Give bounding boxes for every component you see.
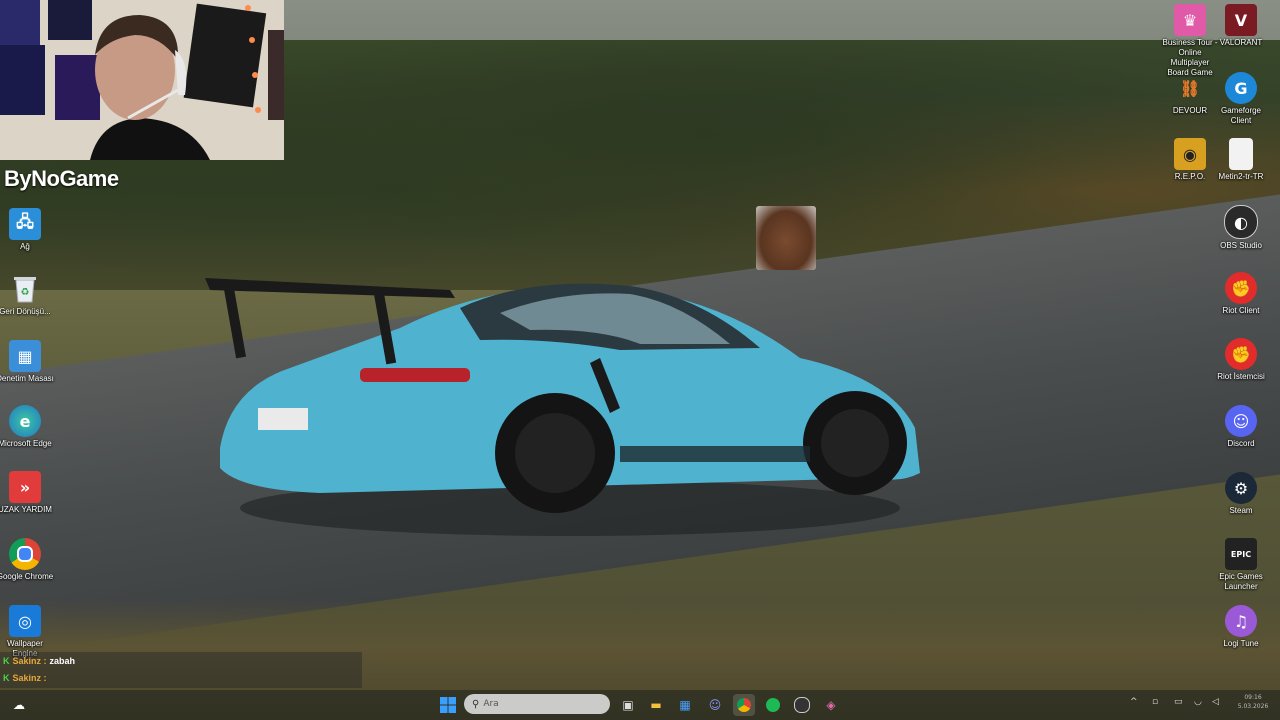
recycle-bin-icon: ♻ — [9, 273, 41, 305]
taskbar — [0, 690, 1280, 720]
gameforge-icon: G — [1225, 72, 1257, 104]
desktop-icon-label: Discord — [1227, 439, 1255, 448]
desktop-icon-label: Metin2-tr-TR — [1218, 172, 1264, 181]
devour-icon: ⛓ — [1179, 78, 1201, 98]
desktop-icon-label: Riot İstemcisi — [1217, 372, 1265, 381]
desktop-icon-remote-help[interactable]: » UZAK YARDIM — [0, 471, 55, 515]
network-icon: 🖧 — [9, 208, 41, 240]
desktop-icon-recycle-bin[interactable]: ♻ Geri Dönüşü... — [0, 273, 55, 317]
desktop-icon-valorant[interactable]: V VALORANT — [1211, 4, 1271, 48]
chat-text: zabah — [49, 655, 76, 666]
desktop-icon-label: OBS Studio — [1220, 241, 1262, 250]
store-icon: ▦ — [679, 698, 691, 712]
chrome-icon — [737, 698, 751, 712]
business-tour-icon: ♛ — [1174, 4, 1206, 36]
tray-wifi-icon[interactable]: ◡ — [1194, 697, 1202, 707]
clock-date: 5.03.2026 — [1237, 703, 1269, 710]
desktop-icon-logi-tune[interactable]: ♫ Logi Tune — [1211, 605, 1271, 649]
channel-name-label: ByNoGame — [4, 166, 119, 191]
steam-icon: ⚙ — [1225, 472, 1257, 504]
desktop-icon-obs[interactable]: ◐ OBS Studio — [1211, 205, 1271, 251]
search-placeholder: Ara — [483, 699, 499, 709]
discord-icon: ☺ — [1225, 405, 1257, 437]
logi-tune-icon: ♫ — [1225, 605, 1257, 637]
desktop-icon-label: Gameforge Client — [1220, 106, 1262, 125]
task-view-icon: ▣ — [622, 698, 634, 712]
obs-icon: ◐ — [1224, 205, 1258, 239]
desktop-icon-edge[interactable]: e Microsoft Edge — [0, 405, 55, 449]
riot-client-icon: ✊ — [1225, 338, 1257, 370]
desktop-icon-label: Geri Dönüşü... — [0, 307, 51, 316]
tray-network-icon[interactable]: ▫ — [1152, 697, 1158, 707]
start-button[interactable] — [437, 694, 459, 716]
epic-games-icon: EPIC — [1225, 538, 1257, 570]
desktop-icon-label: Ağ — [20, 242, 30, 251]
chat-username: Sakinz : — [12, 672, 47, 683]
desktop-icon-riot-istemcisi[interactable]: ✊ Riot İstemcisi — [1211, 338, 1271, 382]
riot-icon: ✊ — [1225, 272, 1257, 304]
store-button[interactable]: ▦ — [674, 694, 696, 716]
desktop-icon-wallpaper-engine[interactable]: ◎ Wallpaper Engine — [0, 605, 55, 659]
desktop-icon-control-panel[interactable]: ▦ Denetim Masası — [0, 340, 55, 384]
desktop-icon-label: Denetim Masası — [0, 374, 54, 383]
desktop-icon-label: Google Chrome — [0, 572, 54, 581]
taskbar-search-box[interactable]: ⚲ Ara — [464, 694, 610, 714]
remote-help-icon: » — [9, 471, 41, 503]
chat-message: K Sakinz : zabah — [0, 652, 362, 669]
desktop-icon-label: Epic Games Launcher — [1219, 572, 1263, 591]
search-icon: ⚲ — [472, 698, 480, 710]
edge-icon: e — [9, 405, 41, 437]
discord-taskbar-button[interactable]: ☺ — [704, 694, 726, 716]
taskbar-clock[interactable]: 09:16 5.03.2026 — [1230, 693, 1276, 711]
desktop-icon-chrome[interactable]: Google Chrome — [0, 538, 55, 582]
obs-taskbar-button[interactable] — [791, 694, 813, 716]
desktop-icon-riot-client[interactable]: ✊ Riot Client — [1211, 272, 1271, 316]
file-explorer-button[interactable]: ▬ — [645, 694, 667, 716]
desktop-icon-label: Steam — [1229, 506, 1253, 515]
desktop-icon-epic-games[interactable]: EPIC Epic Games Launcher — [1211, 538, 1271, 592]
desktop-icon-label: UZAK YARDIM — [0, 505, 52, 514]
discord-icon: ☺ — [708, 698, 722, 712]
valorant-icon: V — [1225, 4, 1257, 36]
chrome-taskbar-button[interactable] — [733, 694, 755, 716]
desktop-icon-label: VALORANT — [1219, 38, 1263, 47]
chrome-icon — [9, 538, 41, 570]
folder-icon: ▬ — [650, 698, 662, 712]
wallpaper-engine-icon: ◎ — [9, 605, 41, 637]
clock-time: 09:16 — [1244, 694, 1262, 701]
desktop-icon-label: Logi Tune — [1223, 639, 1259, 648]
chat-message: K Sakinz : — [0, 669, 362, 686]
stream-chat-overlay: K Sakinz : zabah K Sakinz : — [0, 652, 362, 688]
tray-chevron-icon[interactable]: ^ — [1130, 697, 1138, 707]
desktop-icon-metin2[interactable]: Metin2-tr-TR — [1211, 138, 1271, 182]
repo-icon: ◉ — [1174, 138, 1206, 170]
chat-username: Sakinz : — [12, 655, 47, 666]
desktop-icon-label: Riot Client — [1222, 306, 1260, 315]
widgets-button[interactable]: ☁ — [8, 694, 30, 716]
obs-icon — [794, 697, 810, 713]
desktop-icon-network[interactable]: 🖧 Ağ — [0, 208, 55, 252]
spotify-button[interactable] — [762, 694, 784, 716]
desktop-icon-discord[interactable]: ☺ Discord — [1211, 405, 1271, 449]
spotify-icon — [766, 698, 780, 712]
desktop-icon-gameforge[interactable]: G Gameforge Client — [1211, 72, 1271, 126]
porsche-car-image — [205, 278, 920, 536]
control-panel-icon: ▦ — [9, 340, 41, 372]
streamer-webcam-image — [0, 0, 284, 160]
desktop-icon-label: Microsoft Edge — [0, 439, 52, 448]
file-icon — [1229, 138, 1253, 170]
webcam-overlay — [0, 0, 284, 160]
tray-display-icon[interactable]: ▭ — [1174, 697, 1183, 707]
extra-app-button[interactable]: ◈ — [820, 694, 842, 716]
windows-icon — [440, 697, 456, 713]
desktop-icon-steam[interactable]: ⚙ Steam — [1211, 472, 1271, 516]
tray-volume-icon[interactable]: ◁ — [1212, 697, 1219, 707]
laughing-man-emote — [756, 206, 816, 270]
chat-badge: K — [3, 672, 10, 683]
app-icon: ◈ — [826, 698, 836, 712]
task-view-button[interactable]: ▣ — [617, 694, 639, 716]
svg-text:♻: ♻ — [21, 287, 30, 298]
weather-icon: ☁ — [13, 698, 25, 712]
chat-badge: K — [3, 655, 10, 666]
